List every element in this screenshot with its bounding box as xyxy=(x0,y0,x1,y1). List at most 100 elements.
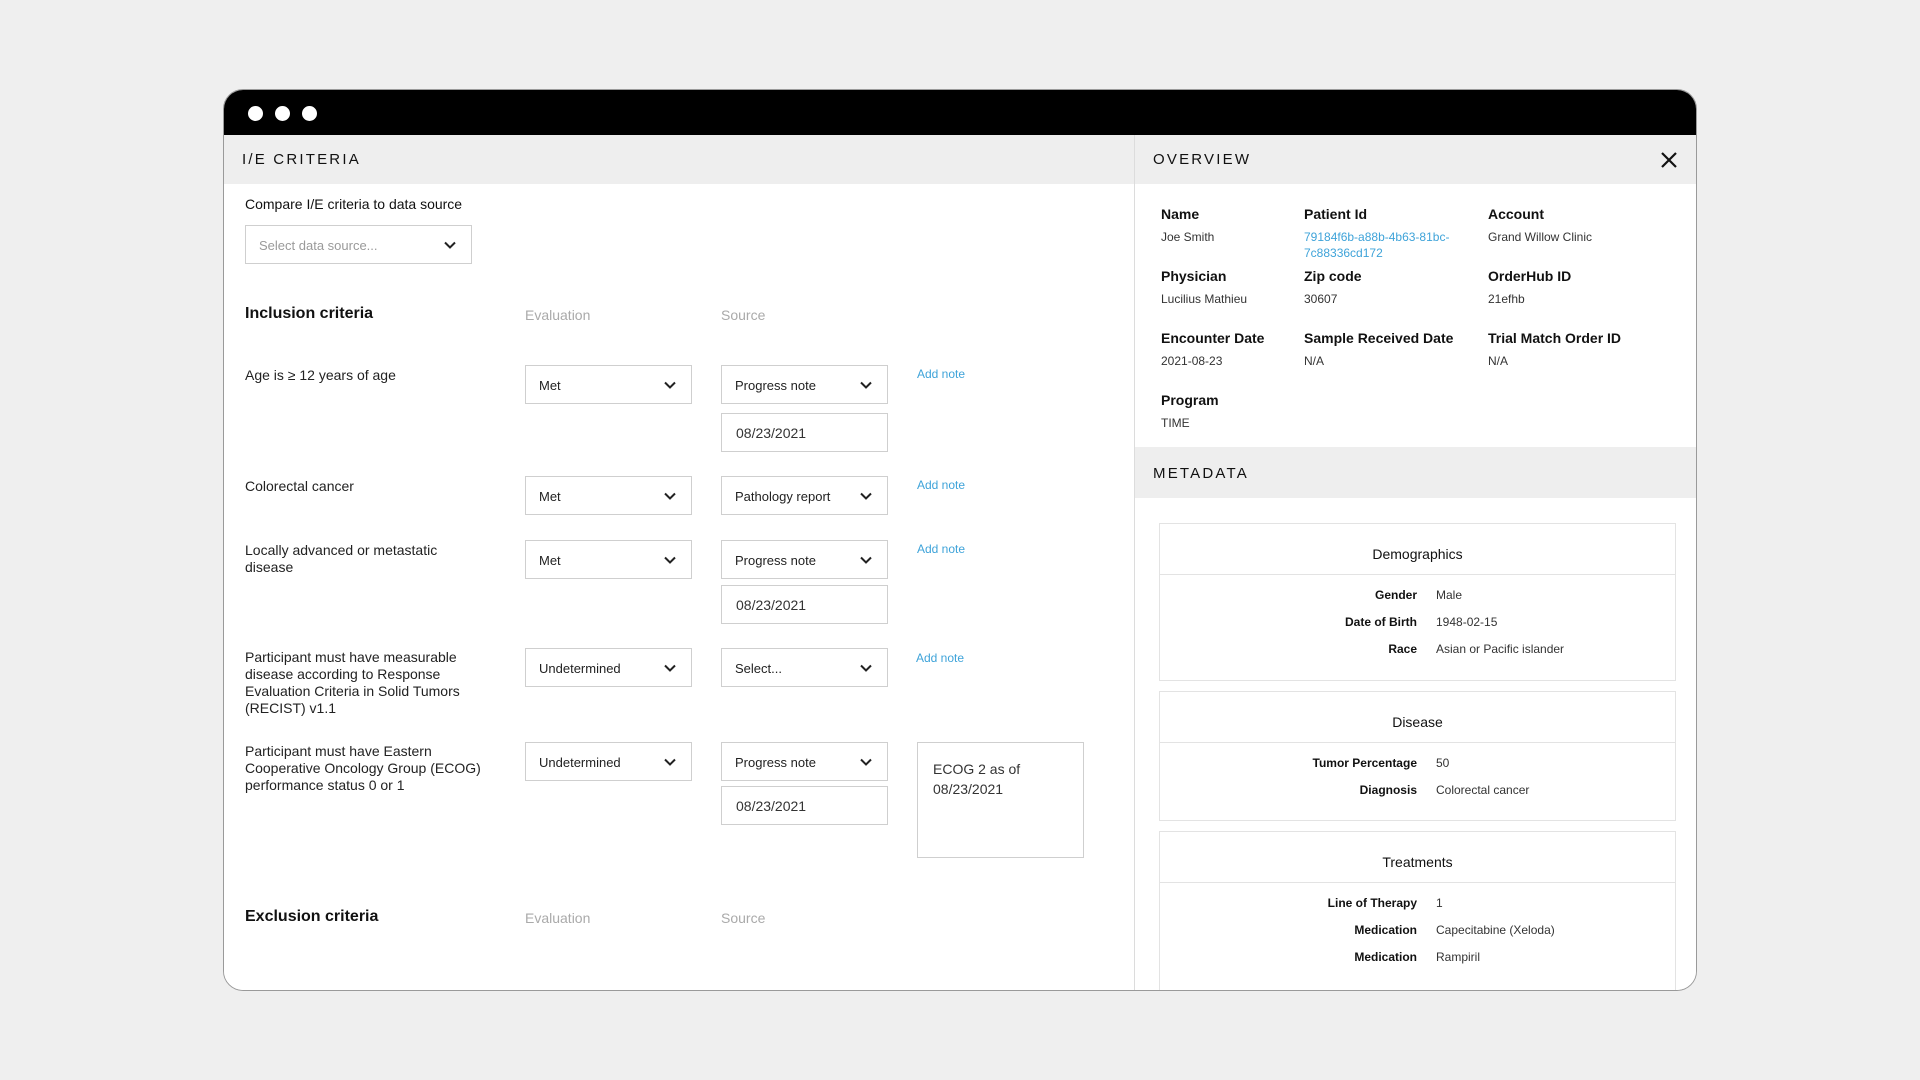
source-value: Pathology report xyxy=(735,489,831,504)
demographics-title: Demographics xyxy=(1372,546,1463,562)
source-select[interactable]: Select... xyxy=(721,648,888,687)
source-value: Progress note xyxy=(735,378,816,393)
criterion-label: Colorectal cancer xyxy=(245,478,354,494)
demographics-card: Demographics Gender Male Date of Birth 1… xyxy=(1159,523,1676,681)
add-note-link[interactable]: Add note xyxy=(917,367,965,381)
diagnosis-key: Diagnosis xyxy=(1359,783,1417,797)
source-select[interactable]: Progress note xyxy=(721,540,888,579)
medication-value: Rampiril xyxy=(1436,950,1481,964)
ie-criteria-panel: I/E CRITERIA Compare I/E criteria to dat… xyxy=(224,135,1134,990)
account-label: Account xyxy=(1488,206,1544,222)
evaluation-select[interactable]: Met xyxy=(525,365,692,404)
window-dot-icon[interactable] xyxy=(302,106,317,121)
source-select[interactable]: Pathology report xyxy=(721,476,888,515)
add-note-link[interactable]: Add note xyxy=(917,542,965,556)
card-divider xyxy=(1160,574,1675,575)
chevron-down-icon xyxy=(664,758,676,766)
criterion-label: Locally advanced or metastatic disease xyxy=(245,542,438,575)
data-source-placeholder: Select data source... xyxy=(259,238,378,253)
tumor-percentage-key: Tumor Percentage xyxy=(1312,756,1417,770)
evaluation-header: Evaluation xyxy=(525,910,591,926)
chevron-down-icon xyxy=(860,664,872,672)
zip-label: Zip code xyxy=(1304,268,1362,284)
diagnosis-value: Colorectal cancer xyxy=(1436,783,1530,797)
evaluation-value: Undetermined xyxy=(539,755,621,770)
add-note-link[interactable]: Add note xyxy=(916,651,964,665)
medication-key: Medication xyxy=(1354,923,1417,937)
orderhub-label: OrderHub ID xyxy=(1488,268,1572,284)
evaluation-header: Evaluation xyxy=(525,307,591,323)
window-dot-icon[interactable] xyxy=(248,106,263,121)
gender-key: Gender xyxy=(1374,588,1417,602)
disease-card: Disease Tumor Percentage 50 Diagnosis Co… xyxy=(1159,691,1676,821)
criterion-label: Participant must have measurable disease… xyxy=(245,649,460,716)
trial-order-value: N/A xyxy=(1488,354,1509,368)
source-select[interactable]: Progress note xyxy=(721,365,888,404)
orderhub-value: 21efhb xyxy=(1488,292,1525,306)
chevron-down-icon xyxy=(860,556,872,564)
chevron-down-icon xyxy=(664,664,676,672)
program-value: TIME xyxy=(1161,416,1190,430)
patient-id-label: Patient Id xyxy=(1304,206,1368,222)
overview-title: OVERVIEW xyxy=(1153,151,1252,168)
evaluation-select[interactable]: Undetermined xyxy=(525,648,692,687)
note-textarea[interactable]: ECOG 2 as of 08/23/2021 xyxy=(917,742,1084,858)
source-date-value: 08/23/2021 xyxy=(736,597,807,613)
exclusion-title: Exclusion criteria xyxy=(245,908,379,925)
evaluation-value: Undetermined xyxy=(539,661,621,676)
gender-value: Male xyxy=(1436,588,1463,602)
ie-criteria-title: I/E CRITERIA xyxy=(242,151,361,168)
treatments-title: Treatments xyxy=(1382,854,1453,870)
chevron-down-icon xyxy=(664,556,676,564)
evaluation-value: Met xyxy=(539,553,561,568)
overview-header: OVERVIEW xyxy=(1135,135,1696,184)
source-date-field[interactable]: 08/23/2021 xyxy=(721,786,888,825)
data-source-select[interactable]: Select data source... xyxy=(245,225,472,264)
source-date-value: 08/23/2021 xyxy=(736,425,807,441)
line-of-therapy-value: 1 xyxy=(1436,896,1443,910)
card-divider xyxy=(1160,882,1675,883)
evaluation-select[interactable]: Met xyxy=(525,476,692,515)
patient-id-link[interactable]: 79184f6b-a88b-4b63-81bc-7c88336cd172 xyxy=(1304,229,1464,261)
evaluation-select[interactable]: Undetermined xyxy=(525,742,692,781)
evaluation-value: Met xyxy=(539,489,561,504)
source-select[interactable]: Progress note xyxy=(721,742,888,781)
tumor-percentage-value: 50 xyxy=(1436,756,1450,770)
chevron-down-icon xyxy=(664,381,676,389)
physician-value: Lucilius Mathieu xyxy=(1161,292,1248,306)
account-value: Grand Willow Clinic xyxy=(1488,230,1593,244)
sample-date-value: N/A xyxy=(1304,354,1325,368)
chevron-down-icon xyxy=(860,492,872,500)
source-value: Progress note xyxy=(735,553,816,568)
chevron-down-icon xyxy=(664,492,676,500)
dob-value: 1948-02-15 xyxy=(1436,615,1498,629)
dob-key: Date of Birth xyxy=(1345,615,1417,629)
encounter-date-label: Encounter Date xyxy=(1161,330,1265,346)
chevron-down-icon xyxy=(444,241,456,249)
metadata-title: METADATA xyxy=(1153,465,1249,482)
add-note-link[interactable]: Add note xyxy=(917,478,965,492)
treatments-card: Treatments Line of Therapy 1 Medication … xyxy=(1159,831,1676,990)
note-text: ECOG 2 as of 08/23/2021 xyxy=(933,761,1021,797)
trial-order-label: Trial Match Order ID xyxy=(1488,330,1622,346)
physician-label: Physician xyxy=(1161,268,1227,284)
close-icon[interactable] xyxy=(1660,151,1678,169)
chevron-down-icon xyxy=(860,381,872,389)
evaluation-select[interactable]: Met xyxy=(525,540,692,579)
source-value: Select... xyxy=(735,661,782,676)
source-value: Progress note xyxy=(735,755,816,770)
window-dot-icon[interactable] xyxy=(275,106,290,121)
compare-label: Compare I/E criteria to data source xyxy=(245,196,463,212)
inclusion-title: Inclusion criteria xyxy=(245,305,374,322)
line-of-therapy-key: Line of Therapy xyxy=(1327,896,1417,910)
ie-criteria-header: I/E CRITERIA xyxy=(224,135,1134,184)
disease-title: Disease xyxy=(1392,714,1443,730)
name-value: Joe Smith xyxy=(1161,230,1215,244)
metadata-header: METADATA xyxy=(1135,447,1696,498)
source-date-field[interactable]: 08/23/2021 xyxy=(721,585,888,624)
race-value: Asian or Pacific islander xyxy=(1436,642,1565,656)
card-divider xyxy=(1160,742,1675,743)
sample-date-label: Sample Received Date xyxy=(1304,330,1454,346)
zip-value: 30607 xyxy=(1304,292,1338,306)
source-date-field[interactable]: 08/23/2021 xyxy=(721,413,888,452)
